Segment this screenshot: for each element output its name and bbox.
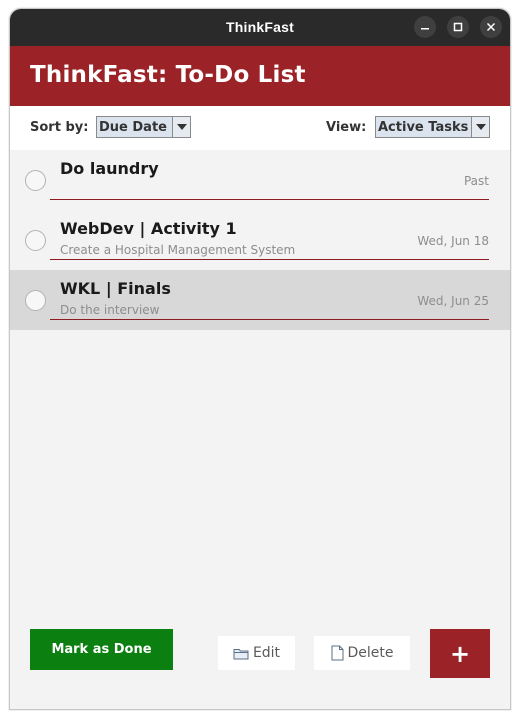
app-window: ThinkFast ThinkFast: To-Do List Sort by:… (9, 8, 511, 710)
task-list: Do laundry Past WebDev | Activity 1 Crea… (10, 150, 510, 530)
mark-as-done-button[interactable]: Mark as Done (30, 629, 173, 670)
task-checkbox[interactable] (25, 290, 46, 311)
task-title: WebDev | Activity 1 (60, 219, 237, 238)
add-task-button[interactable]: + (430, 629, 490, 678)
maximize-icon (453, 22, 463, 32)
delete-button[interactable]: Delete (314, 636, 410, 670)
minimize-button[interactable] (414, 16, 436, 38)
edit-label: Edit (252, 645, 281, 661)
task-row[interactable]: WebDev | Activity 1 Create a Hospital Ma… (10, 210, 510, 270)
task-checkbox[interactable] (25, 170, 46, 191)
document-icon (331, 645, 344, 661)
app-header: ThinkFast: To-Do List (10, 46, 510, 106)
task-divider (50, 319, 489, 320)
folder-icon (233, 647, 249, 660)
minimize-icon (420, 22, 430, 32)
filter-toolbar: Sort by: Due Date View: Active Tasks (10, 106, 510, 150)
task-due-date: Wed, Jun 25 (417, 294, 489, 308)
task-description: Do the interview (60, 303, 160, 317)
task-description: Create a Hospital Management System (60, 243, 296, 257)
sort-label: Sort by: (30, 120, 89, 135)
maximize-button[interactable] (447, 16, 469, 38)
page-title: ThinkFast: To-Do List (30, 62, 306, 88)
task-divider (50, 259, 489, 260)
sort-dropdown-value: Due Date (99, 120, 167, 135)
task-title: WKL | Finals (60, 279, 171, 298)
task-row[interactable]: Do laundry Past (10, 150, 510, 210)
delete-label: Delete (347, 645, 394, 661)
view-dropdown-value: Active Tasks (378, 120, 469, 135)
view-label: View: (326, 120, 367, 135)
chevron-down-icon[interactable] (471, 117, 489, 137)
edit-button[interactable]: Edit (218, 636, 295, 670)
task-due-date: Past (463, 174, 489, 188)
close-button[interactable] (480, 16, 502, 38)
view-dropdown[interactable]: Active Tasks (375, 116, 490, 138)
task-title: Do laundry (60, 159, 159, 178)
task-due-date: Wed, Jun 18 (417, 234, 489, 248)
task-checkbox[interactable] (25, 230, 46, 251)
close-icon (486, 22, 496, 32)
title-bar[interactable]: ThinkFast (10, 9, 510, 46)
task-divider (50, 199, 489, 200)
chevron-down-icon[interactable] (172, 117, 190, 137)
sort-dropdown[interactable]: Due Date (96, 116, 191, 138)
task-row-selected[interactable]: WKL | Finals Do the interview Wed, Jun 2… (10, 270, 510, 330)
